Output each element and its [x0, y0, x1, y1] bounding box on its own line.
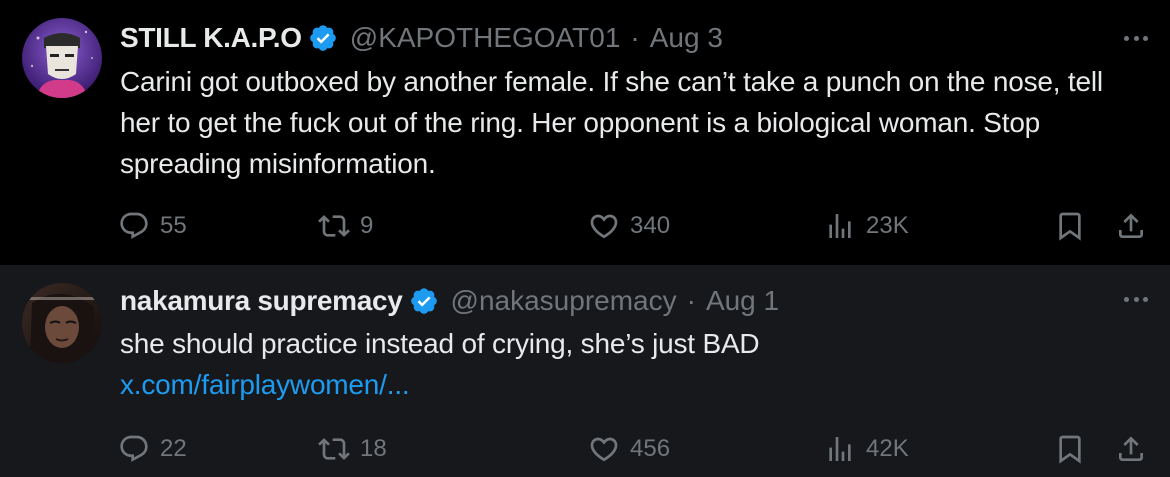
reply-count: 55 — [160, 212, 187, 239]
heart-icon — [590, 437, 618, 462]
tweet-header: STILL K.A.P.O @KAPOTHEGOAT01 · Aug 3 — [120, 18, 723, 58]
views-button[interactable]: 42K — [824, 429, 909, 469]
share-button[interactable] — [1115, 429, 1147, 469]
reply-button[interactable]: 22 — [118, 429, 187, 469]
avatar[interactable] — [22, 18, 102, 98]
more-options-icon[interactable] — [1124, 289, 1148, 309]
verified-badge-icon — [410, 288, 437, 314]
bookmark-button[interactable] — [1054, 429, 1086, 469]
reply-icon — [120, 435, 148, 462]
action-bar: 22 18 456 42K — [118, 429, 1158, 469]
like-count: 456 — [630, 435, 671, 462]
share-button[interactable] — [1115, 206, 1147, 246]
repost-icon — [318, 438, 350, 460]
reply-button[interactable]: 55 — [118, 206, 187, 246]
tweet-text: she should practice instead of crying, s… — [120, 328, 760, 359]
tweet[interactable]: nakamura supremacy @nakasupremacy · Aug … — [0, 265, 1170, 477]
like-count: 340 — [630, 212, 671, 239]
view-count: 23K — [866, 212, 909, 239]
reply-icon — [120, 212, 148, 239]
tweet-body: she should practice instead of crying, s… — [120, 323, 1120, 405]
timestamp[interactable]: Aug 3 — [650, 22, 723, 54]
separator: · — [630, 22, 640, 53]
repost-button[interactable]: 18 — [318, 429, 387, 469]
views-button[interactable]: 23K — [824, 206, 909, 246]
verified-badge-icon — [309, 25, 336, 51]
repost-count: 18 — [360, 435, 387, 462]
like-button[interactable]: 340 — [588, 206, 670, 246]
repost-count: 9 — [360, 212, 374, 239]
repost-button[interactable]: 9 — [318, 206, 373, 246]
view-count: 42K — [866, 435, 909, 462]
repost-icon — [318, 215, 350, 237]
bookmark-icon — [1059, 212, 1081, 241]
views-icon — [829, 214, 851, 238]
more-options-icon[interactable] — [1124, 28, 1148, 48]
share-icon — [1119, 213, 1143, 238]
tweet-link[interactable]: x.com/fairplaywomen/... — [120, 364, 1120, 405]
like-button[interactable]: 456 — [588, 429, 670, 469]
display-name[interactable]: STILL K.A.P.O — [120, 22, 302, 54]
tweet-header: nakamura supremacy @nakasupremacy · Aug … — [120, 281, 779, 321]
reply-count: 22 — [160, 435, 187, 462]
avatar[interactable] — [22, 283, 102, 363]
handle[interactable]: @nakasupremacy — [451, 285, 677, 317]
share-icon — [1119, 436, 1143, 461]
tweet-text: Carini got outboxed by another female. I… — [120, 66, 1103, 179]
bookmark-button[interactable] — [1054, 206, 1086, 246]
separator: · — [686, 285, 696, 316]
bookmark-icon — [1059, 435, 1081, 464]
heart-icon — [590, 214, 618, 239]
display-name[interactable]: nakamura supremacy — [120, 285, 403, 317]
tweet[interactable]: STILL K.A.P.O @KAPOTHEGOAT01 · Aug 3 Car… — [0, 0, 1170, 265]
action-bar: 55 9 340 23K — [118, 206, 1158, 246]
views-icon — [829, 437, 851, 461]
timestamp[interactable]: Aug 1 — [706, 285, 779, 317]
handle[interactable]: @KAPOTHEGOAT01 — [350, 22, 621, 54]
